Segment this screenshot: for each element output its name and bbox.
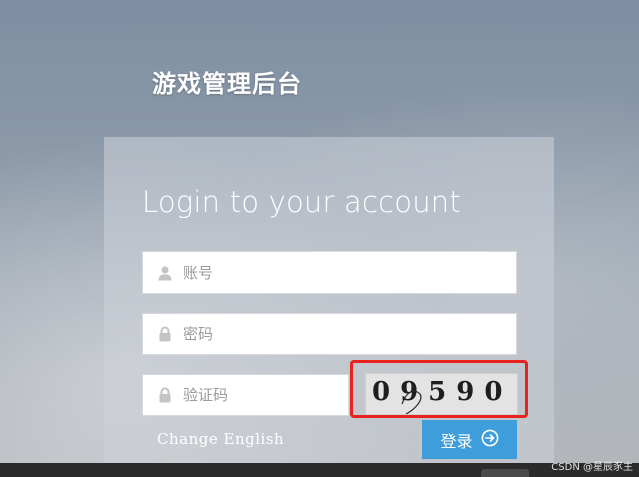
watermark: CSDN @星辰豕主	[551, 462, 633, 473]
password-field[interactable]	[142, 313, 517, 355]
login-button[interactable]: 登录	[422, 420, 517, 459]
page-heading: 游戏管理后台	[152, 70, 302, 98]
password-input[interactable]	[183, 314, 516, 354]
username-field[interactable]	[142, 251, 517, 294]
login-panel: Login to your account 0959	[104, 137, 554, 477]
taskbar-tab	[481, 469, 529, 477]
captcha-input[interactable]	[183, 375, 348, 415]
login-button-label: 登录	[440, 431, 473, 451]
taskbar	[0, 463, 639, 477]
user-icon	[157, 265, 173, 281]
lock-icon	[157, 326, 173, 342]
captcha-image[interactable]: 09590	[365, 373, 518, 415]
captcha-field[interactable]	[142, 374, 349, 416]
username-input[interactable]	[183, 252, 516, 293]
login-title: Login to your account	[142, 185, 461, 219]
change-language-link[interactable]: Change English	[157, 430, 284, 448]
arrow-circle-right-icon	[481, 429, 499, 451]
lock-icon	[157, 387, 173, 403]
captcha-noise-line	[401, 390, 422, 414]
